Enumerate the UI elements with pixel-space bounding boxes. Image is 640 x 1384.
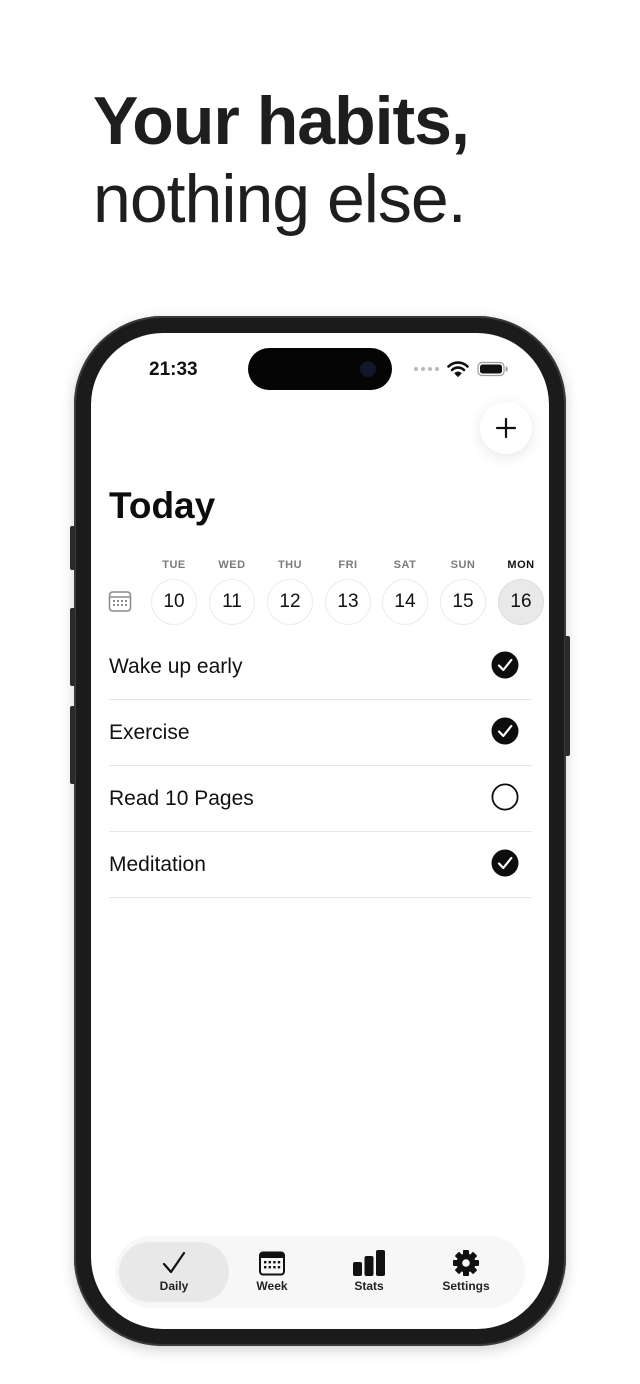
calendar-icon — [108, 591, 132, 612]
tab-settings[interactable]: Settings — [411, 1242, 521, 1302]
gear-icon — [453, 1250, 479, 1276]
habit-list: Wake up early Exercise Read 10 Pages Med… — [109, 634, 532, 898]
calendar-icon — [259, 1251, 285, 1276]
tab-label: Stats — [354, 1279, 384, 1293]
habit-name: Wake up early — [109, 655, 243, 678]
habit-name: Read 10 Pages — [109, 787, 254, 810]
habit-row[interactable]: Meditation — [109, 832, 532, 898]
phone-screen: 21:33 Today TUE 10 WED 11 THU 12 FRI 13 … — [91, 333, 549, 1329]
wifi-icon — [447, 361, 469, 377]
tab-stats[interactable]: Stats — [314, 1242, 424, 1302]
camera-icon — [360, 361, 376, 377]
day-date-button[interactable]: 12 — [267, 579, 313, 625]
status-time: 21:33 — [149, 359, 198, 380]
day-fri[interactable]: FRI 13 — [325, 557, 371, 625]
tab-label: Daily — [159, 1279, 189, 1293]
cellular-signal-icon — [414, 367, 439, 371]
empty-circle-icon[interactable] — [491, 783, 519, 811]
day-sun[interactable]: SUN 15 — [440, 557, 486, 625]
page-title: Today — [109, 485, 216, 526]
status-icons — [414, 361, 509, 377]
day-date-button[interactable]: 13 — [325, 579, 371, 625]
habit-name: Exercise — [109, 721, 190, 744]
habit-row[interactable]: Read 10 Pages — [109, 766, 532, 832]
day-sat[interactable]: SAT 14 — [382, 557, 428, 625]
day-mon[interactable]: MON 16 — [498, 557, 544, 625]
volume-up-button — [70, 608, 75, 686]
tab-bar: Daily Week Stats Settings — [115, 1236, 525, 1308]
day-name: WED — [218, 559, 246, 571]
day-name: FRI — [338, 559, 358, 571]
page: Your habits, nothing else. 21:33 Today T… — [0, 0, 640, 1384]
headline-line-2: nothing else. — [93, 161, 467, 237]
day-date-button[interactable]: 10 — [151, 579, 197, 625]
dynamic-island — [248, 348, 392, 390]
habit-row[interactable]: Wake up early — [109, 634, 532, 700]
bar-chart-icon — [353, 1250, 385, 1276]
habit-name: Meditation — [109, 853, 206, 876]
checked-circle-icon[interactable] — [491, 849, 519, 877]
add-habit-button[interactable] — [480, 402, 532, 454]
battery-icon — [477, 361, 508, 377]
plus-icon — [495, 417, 517, 439]
day-date-button-selected[interactable]: 16 — [498, 579, 544, 625]
tab-daily[interactable]: Daily — [119, 1242, 229, 1302]
headline-line-1: Your habits, — [93, 83, 470, 159]
power-button — [565, 636, 570, 756]
tab-label: Settings — [442, 1279, 490, 1293]
tab-week[interactable]: Week — [217, 1242, 327, 1302]
day-date-button[interactable]: 11 — [209, 579, 255, 625]
day-date-button[interactable]: 15 — [440, 579, 486, 625]
checkmark-icon — [162, 1251, 186, 1274]
day-name: THU — [277, 559, 303, 571]
day-thu[interactable]: THU 12 — [267, 557, 313, 625]
habit-row[interactable]: Exercise — [109, 700, 532, 766]
day-name: SAT — [393, 559, 417, 571]
day-tue[interactable]: TUE 10 — [151, 557, 197, 625]
day-name: SUN — [450, 559, 476, 571]
tab-label: Week — [256, 1279, 288, 1293]
day-name: MON — [507, 559, 535, 571]
day-name: TUE — [162, 559, 186, 571]
day-date-button[interactable]: 14 — [382, 579, 428, 625]
phone-frame: 21:33 Today TUE 10 WED 11 THU 12 FRI 13 … — [70, 316, 570, 1346]
marketing-headline: Your habits, nothing else. — [93, 82, 470, 238]
calendar-picker-button[interactable] — [108, 589, 132, 618]
day-wed[interactable]: WED 11 — [209, 557, 255, 625]
checked-circle-icon[interactable] — [491, 717, 519, 745]
checked-circle-icon[interactable] — [491, 651, 519, 679]
silent-switch — [70, 526, 75, 570]
volume-down-button — [70, 706, 75, 784]
